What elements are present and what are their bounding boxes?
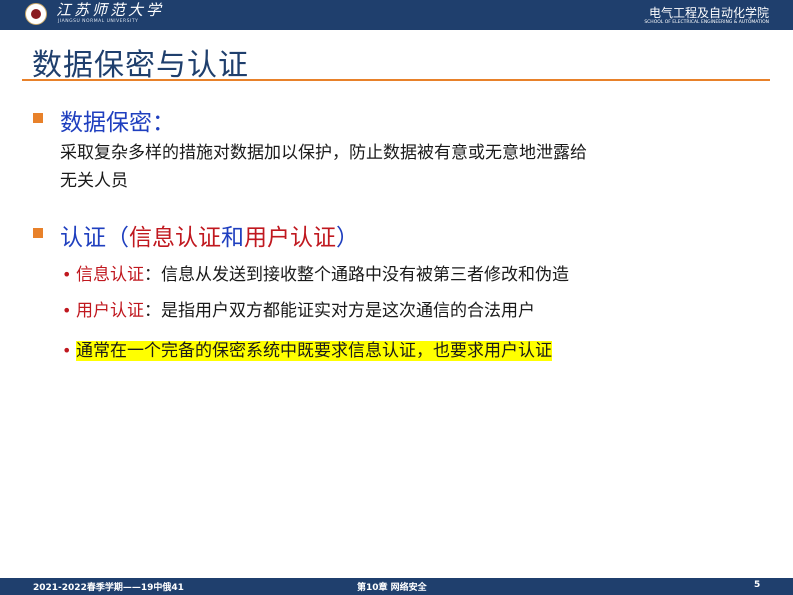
term-description: ：是指用户双方都能证实对方是这次通信的合法用户 bbox=[144, 301, 535, 321]
header-bar: 江苏师范大学 JIANGSU NORMAL UNIVERSITY 电气工程及自动… bbox=[0, 0, 793, 30]
dot-bullet-icon: • bbox=[62, 301, 72, 320]
list-item-summary: 通常在一个完备的保密系统中既要求信息认证，也要求用户认证 bbox=[76, 340, 552, 362]
confidentiality-line-1: 采取复杂多样的措施对数据加以保护，防止数据被有意或无意地泄露给 bbox=[60, 143, 587, 163]
slide-title: 数据保密与认证 bbox=[32, 48, 249, 83]
highlighted-text: 通常在一个完备的保密系统中既要求信息认证，也要求用户认证 bbox=[76, 341, 552, 361]
list-item-message-auth: 信息认证：信息从发送到接收整个通路中没有被第三者修改和伪造 bbox=[76, 264, 569, 286]
term-label: 用户认证 bbox=[76, 301, 144, 321]
heading-term-message-auth: 信息认证 bbox=[129, 225, 221, 251]
university-name-en: JIANGSU NORMAL UNIVERSITY bbox=[58, 19, 139, 24]
heading-part: ） bbox=[336, 225, 359, 251]
section-heading-authentication: 认证（信息认证和用户认证） bbox=[60, 218, 359, 252]
title-divider bbox=[22, 79, 770, 81]
school-name-en: SCHOOL OF ELECTRICAL ENGINEERING & AUTOM… bbox=[644, 20, 769, 25]
section-heading-confidentiality: 数据保密： bbox=[60, 110, 175, 136]
footer-semester: 2021-2022春季学期——19中俄41 bbox=[33, 583, 184, 593]
school-name: 电气工程及自动化学院 bbox=[648, 6, 769, 20]
dot-bullet-icon: • bbox=[62, 341, 72, 360]
dot-bullet-icon: • bbox=[62, 265, 72, 284]
list-item-user-auth: 用户认证：是指用户双方都能证实对方是这次通信的合法用户 bbox=[76, 300, 535, 322]
term-label: 信息认证 bbox=[76, 265, 144, 285]
footer-chapter: 第10章 网络安全 bbox=[357, 583, 427, 593]
square-bullet-icon bbox=[33, 113, 43, 123]
square-bullet-icon bbox=[33, 228, 43, 238]
heading-part: 和 bbox=[221, 225, 244, 251]
heading-term-user-auth: 用户认证 bbox=[244, 225, 336, 251]
term-description: ：信息从发送到接收整个通路中没有被第三者修改和伪造 bbox=[144, 265, 569, 285]
confidentiality-line-2: 无关人员 bbox=[60, 171, 128, 191]
university-name: 江苏师范大学 bbox=[56, 1, 165, 19]
university-seal-icon bbox=[25, 3, 47, 25]
heading-part: 认证（ bbox=[60, 225, 129, 251]
footer-page-number: 5 bbox=[754, 580, 761, 590]
